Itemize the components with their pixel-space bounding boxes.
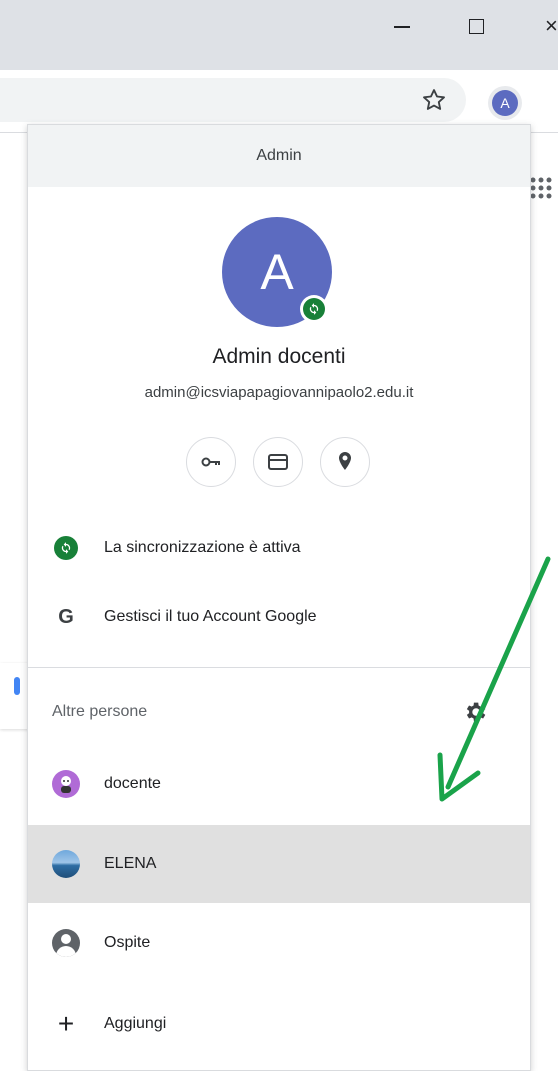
address-bar[interactable] — [0, 78, 466, 122]
annotation-arrow — [437, 556, 551, 802]
card-icon — [268, 454, 288, 470]
location-icon — [339, 452, 351, 470]
person-name: ELENA — [104, 855, 157, 872]
apps-grid-icon[interactable] — [528, 175, 558, 205]
other-people-title: Altre persone — [52, 703, 148, 720]
person-avatar — [52, 770, 80, 798]
google-g-icon: G — [58, 605, 74, 628]
addresses-button[interactable] — [320, 437, 370, 487]
profile-email: admin@icsviapapagiovannipaolo2.edu.it — [144, 384, 414, 401]
close-icon[interactable]: × — [545, 14, 558, 38]
menu-header-title: Admin — [256, 147, 302, 164]
sync-arrows-icon — [309, 303, 319, 315]
plus-icon: + — [57, 1008, 75, 1039]
guest-row[interactable]: Ospite — [28, 910, 530, 976]
person-row-elena[interactable]: ELENA — [28, 825, 530, 903]
menu-header: Admin — [28, 125, 530, 187]
character-avatar-icon — [61, 776, 71, 793]
passwords-button[interactable] — [186, 437, 236, 487]
profile-button[interactable]: A — [488, 86, 522, 120]
person-avatar — [52, 850, 80, 878]
bookmark-star-icon[interactable] — [420, 86, 448, 114]
guest-label: Ospite — [104, 934, 151, 951]
add-person-row[interactable]: + Aggiungi — [28, 991, 530, 1057]
payment-methods-button[interactable] — [253, 437, 303, 487]
profile-name: Admin docenti — [212, 345, 346, 368]
key-icon — [201, 457, 220, 467]
landscape-photo-avatar — [52, 850, 80, 878]
sync-status-icon — [52, 534, 80, 562]
guest-avatar-icon — [52, 929, 80, 957]
avatar-initial: A — [260, 244, 294, 300]
sync-status-label: La sincronizzazione è attiva — [104, 539, 301, 556]
maximize-icon[interactable] — [465, 14, 489, 38]
profile-avatar: A — [492, 90, 518, 116]
add-person-label: Aggiungi — [104, 1015, 167, 1032]
person-name: docente — [104, 775, 161, 792]
manage-account-label: Gestisci il tuo Account Google — [104, 608, 317, 625]
title-bar: × — [0, 0, 558, 70]
sync-badge-icon — [300, 295, 328, 323]
minimize-icon[interactable] — [390, 14, 414, 38]
